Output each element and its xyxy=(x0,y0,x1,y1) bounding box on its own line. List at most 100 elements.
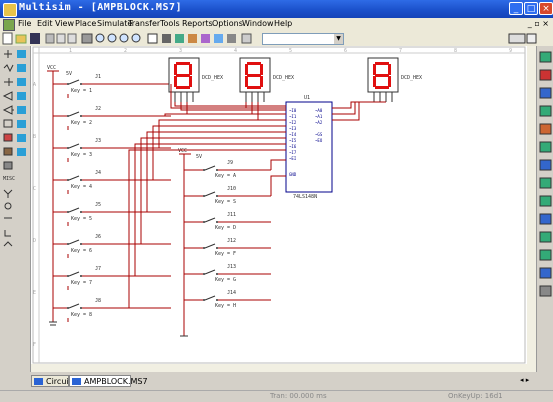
switch-contact[interactable] xyxy=(68,111,80,117)
switch-contact[interactable] xyxy=(204,165,216,171)
horizontal-scrollbar[interactable] xyxy=(31,364,536,372)
switch-ref: J4 xyxy=(95,170,101,176)
vcc2-label: VCC xyxy=(178,148,187,154)
svg-text:~I2: ~I2 xyxy=(289,120,297,125)
tab-ampblock[interactable]: AMPBLOCK.MS7 xyxy=(69,375,148,387)
iv-analyzer-icon[interactable] xyxy=(539,231,552,243)
word-generator-icon[interactable] xyxy=(539,177,552,189)
ruler-letter: C xyxy=(33,186,36,192)
word-generator-icon xyxy=(17,120,26,128)
frequency-counter-icon[interactable] xyxy=(539,159,552,171)
logic-converter-icon[interactable] xyxy=(539,213,552,225)
close-button[interactable]: × xyxy=(539,2,553,15)
wattmeter-icon[interactable] xyxy=(539,87,552,99)
analysis-icon xyxy=(227,34,236,43)
switch-contact[interactable] xyxy=(68,143,80,149)
mdi-window-controls[interactable]: _ ▫ × xyxy=(528,19,549,28)
ruler-number: 7 xyxy=(399,48,402,54)
ruler-number: 9 xyxy=(509,48,512,54)
instrument-toolbar-icons[interactable] xyxy=(537,46,553,372)
switch-contact[interactable] xyxy=(68,175,80,181)
misc-digital-icon xyxy=(3,147,13,156)
mixed-icon xyxy=(3,161,13,170)
switch-ref: J11 xyxy=(227,212,236,218)
switch-ref: J14 xyxy=(227,290,236,296)
chevron-down-icon[interactable]: ▼ xyxy=(334,34,343,44)
title-bar: Multisim - [AMPBLOCK.MS7] _ □ × xyxy=(0,0,553,18)
switch-key: Key = H xyxy=(215,303,236,309)
switch-contact[interactable] xyxy=(204,243,216,249)
vertical-scrollbar[interactable] xyxy=(527,46,536,364)
four-channel-scope-icon[interactable] xyxy=(539,123,552,135)
spectrum-analyzer-icon[interactable] xyxy=(539,267,552,279)
svg-text:~I0: ~I0 xyxy=(289,108,297,113)
oscilloscope-icon[interactable] xyxy=(539,105,552,117)
ruler-letter: B xyxy=(33,134,36,140)
menu-edit[interactable]: Edit xyxy=(37,19,53,28)
ruler-number: 5 xyxy=(289,48,292,54)
switch-contact[interactable] xyxy=(68,79,80,85)
status-tran: Tran: 00.000 ms xyxy=(270,392,327,400)
svg-text:~I1: ~I1 xyxy=(289,114,297,119)
zoom-out-icon xyxy=(107,33,117,43)
logic-analyzer-icon[interactable] xyxy=(539,195,552,207)
oscilloscope-icon xyxy=(17,92,26,100)
new-file-icon xyxy=(2,32,13,45)
menu-tools[interactable]: Tools xyxy=(160,19,180,28)
switch-contact[interactable] xyxy=(68,303,80,309)
svg-text:~EO: ~EO xyxy=(315,138,323,143)
multimeter-icon xyxy=(17,50,26,58)
paste-icon xyxy=(67,33,77,44)
component-toolbar-icons[interactable]: MISC xyxy=(0,46,30,372)
menu-options[interactable]: Options xyxy=(212,19,243,28)
switch-contact[interactable] xyxy=(68,207,80,213)
menu-place[interactable]: Place xyxy=(75,19,96,28)
hex-display[interactable]: DCD_HEX xyxy=(367,57,422,102)
circuit-icon xyxy=(34,378,43,385)
network-analyzer-icon[interactable] xyxy=(539,285,552,297)
menu-reports[interactable]: Reports xyxy=(182,19,213,28)
open-folder-icon xyxy=(15,34,27,44)
bode-plotter-icon xyxy=(17,106,26,114)
switch-contact[interactable] xyxy=(204,217,216,223)
svg-text:~I4: ~I4 xyxy=(289,132,297,137)
toolbar-icons[interactable] xyxy=(2,32,262,46)
simulate-switch-icon[interactable] xyxy=(508,33,538,45)
ruler-letter: A xyxy=(33,82,36,88)
switch-ref: J10 xyxy=(227,186,236,192)
tab-circuit1[interactable]: Circuit1 xyxy=(31,375,77,387)
hex-display[interactable]: DCD_HEX xyxy=(168,57,223,102)
electromech-icon xyxy=(4,202,12,210)
distortion-analyzer-icon[interactable] xyxy=(539,249,552,261)
menu-window[interactable]: Window xyxy=(242,19,274,28)
chip-ref: U1 xyxy=(304,95,310,101)
switch-contact[interactable] xyxy=(204,295,216,301)
maximize-button[interactable]: □ xyxy=(524,2,538,15)
document-icon[interactable] xyxy=(3,19,15,31)
netlist-icon xyxy=(175,34,184,43)
multimeter-icon[interactable] xyxy=(539,51,552,63)
basic-icon xyxy=(3,64,14,73)
schematic-drawing[interactable]: 1 2 3 4 5 6 7 8 9 A B C D E F VCC 5V J1 Key = 1 J2 Key =… xyxy=(31,46,527,364)
hex-display[interactable]: DCD_HEX xyxy=(239,57,294,102)
save-icon xyxy=(30,33,40,44)
switch-key: Key = G xyxy=(215,277,236,283)
switch-contact[interactable] xyxy=(68,239,80,245)
function-generator-icon[interactable] xyxy=(539,69,552,81)
menu-help[interactable]: Help xyxy=(274,19,292,28)
schematic-canvas[interactable]: 1 2 3 4 5 6 7 8 9 A B C D E F VCC 5V J1 Key = 1 J2 Key =… xyxy=(31,46,527,364)
zoom-area-icon xyxy=(119,33,129,43)
switch-contact[interactable] xyxy=(204,191,216,197)
switch-key: Key = F xyxy=(215,251,236,257)
switch-key: Key = 1 xyxy=(71,88,92,94)
menu-view[interactable]: View xyxy=(55,19,74,28)
menu-file[interactable]: File xyxy=(18,19,31,28)
bode-plotter-icon[interactable] xyxy=(539,141,552,153)
switch-contact[interactable] xyxy=(68,271,80,277)
menu-transfer[interactable]: Transfer xyxy=(128,19,160,28)
vcc-label: VCC xyxy=(47,65,56,71)
in-use-list-dropdown[interactable]: ▼ xyxy=(262,33,344,45)
switch-contact[interactable] xyxy=(204,269,216,275)
minimize-button[interactable]: _ xyxy=(509,2,523,15)
tab-scroll-arrows[interactable]: ◂ ▸ xyxy=(520,376,529,384)
